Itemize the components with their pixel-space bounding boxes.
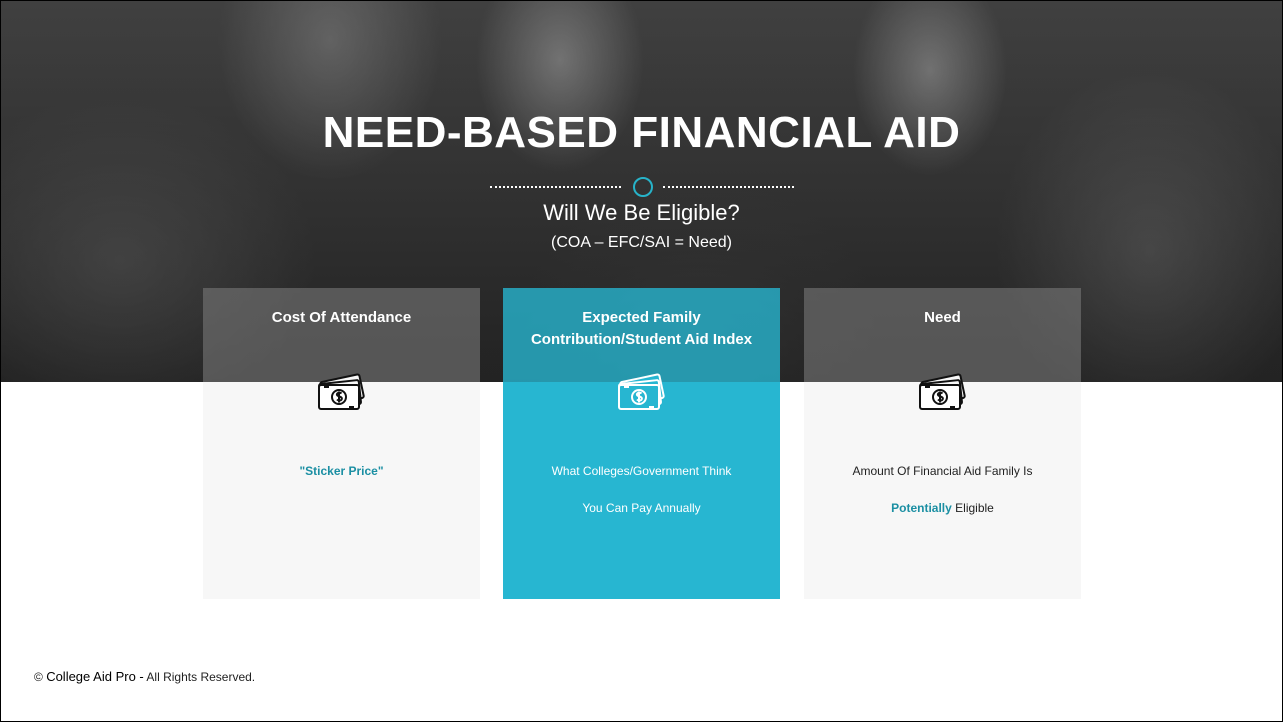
money-bill-icon	[618, 373, 665, 410]
footer-copyright: © College Aid Pro - All Rights Reserved.	[34, 669, 255, 684]
card-body-line: Potentially Eligible	[814, 490, 1071, 527]
card-cost-of-attendance: Cost Of Attendance "Sticker Price"	[203, 288, 480, 599]
card-body-text: Amount Of Financial Aid Family Is Potent…	[814, 453, 1071, 527]
card-heading: Cost Of Attendance	[271, 309, 412, 326]
copyright-symbol: ©	[34, 670, 43, 684]
title-divider	[490, 176, 794, 198]
card-body-panel	[203, 382, 480, 599]
eligible-text: Eligible	[955, 501, 994, 515]
money-bill-icon	[318, 373, 365, 410]
card-need: Need Amount Of Financial Aid Family Is P…	[804, 288, 1081, 599]
slide-title: NEED-BASED FINANCIAL AID	[322, 108, 961, 157]
divider-dotted-line-left	[490, 186, 621, 188]
card-body-line: Amount Of Financial Aid Family Is	[852, 464, 1033, 478]
sticker-price-label: "Sticker Price"	[299, 464, 384, 478]
card-heading: Need	[924, 309, 961, 326]
card-heading: Expected Family Contribution/Student Aid…	[530, 309, 753, 348]
slide: NEED-BASED FINANCIAL AID Will We Be Elig…	[0, 0, 1283, 722]
divider-dotted-line-right	[663, 186, 794, 188]
circle-icon	[633, 177, 653, 197]
slide-subtitle: Will We Be Eligible?	[543, 200, 740, 225]
need-formula: (COA – EFC/SAI = Need)	[551, 234, 732, 251]
brand-name: College Aid Pro -	[46, 669, 144, 684]
money-bill-icon	[919, 373, 966, 410]
card-body-text: What Colleges/Government Think You Can P…	[513, 453, 770, 527]
card-body-line: What Colleges/Government Think	[551, 464, 732, 478]
card-body-line: You Can Pay Annually	[582, 501, 701, 515]
potentially-emphasis: Potentially	[891, 501, 952, 515]
card-body-text: "Sticker Price"	[213, 462, 470, 480]
card-expected-family-contribution: Expected Family Contribution/Student Aid…	[503, 288, 780, 599]
rights-text: All Rights Reserved.	[146, 670, 256, 684]
